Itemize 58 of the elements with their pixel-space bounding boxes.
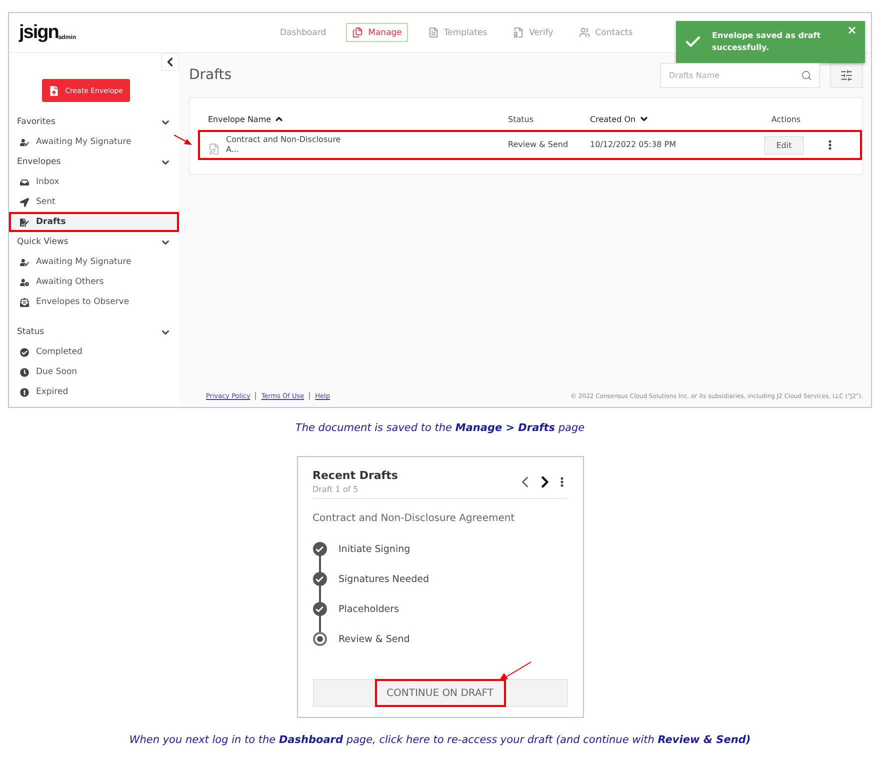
nav-icon: [428, 27, 439, 38]
sidebar-icon: [20, 298, 29, 306]
sidebar-item[interactable]: Expired: [9, 382, 179, 402]
sidebar-item[interactable]: Inbox: [9, 172, 179, 192]
sidebar-icon: [20, 258, 29, 266]
document-name: Contract and Non-Disclosure Agreement: [312, 513, 516, 524]
collapse-button[interactable]: [161, 53, 179, 71]
card-title: Recent Drafts: [312, 469, 398, 482]
continue-button[interactable]: CONTINUE ON DRAFT: [374, 679, 506, 707]
filter-button[interactable]: [830, 62, 863, 88]
sidebar-icon: [20, 348, 29, 356]
step-label: Signatures Needed: [338, 574, 430, 584]
sidebar-item[interactable]: Completed: [9, 342, 179, 362]
caption: When you next log in to the Dashboard page, click here to re-access your draft (and continue with Review & Send): [128, 734, 752, 746]
draft-counter: Draft 1 of 5: [312, 485, 360, 494]
column-header[interactable]: Actions: [771, 114, 801, 124]
envelope-name: Contract and Non-Disclosure A...: [226, 135, 342, 155]
step-label: Initiate Signing: [338, 544, 410, 554]
pointer-arrow: [173, 133, 193, 147]
step-label: Review & Send: [338, 634, 410, 644]
column-header[interactable]: Created On: [590, 114, 649, 124]
sidebar-icon: [20, 138, 29, 146]
sidebar-icon: [20, 178, 29, 186]
toast-message: Envelope saved as draft successfully.: [712, 30, 822, 54]
sidebar-icon: [20, 368, 29, 376]
date-cell-text: 10/12/2022 05:38 PM: [590, 140, 677, 150]
nav-icon: [352, 27, 364, 38]
sidebar-item[interactable]: Drafts: [9, 212, 179, 232]
sliders-icon: [840, 68, 853, 82]
sidebar-icon: [20, 278, 29, 286]
nav-icon: [513, 27, 524, 38]
document-icon: [208, 143, 220, 155]
sidebar-item[interactable]: Awaiting My Signature: [9, 132, 179, 152]
caption: The document is saved to the Manage > Drafts page: [294, 422, 586, 434]
section-title: Status: [17, 327, 44, 337]
section-title: Envelopes: [17, 157, 61, 167]
section-title: Quick Views: [17, 237, 68, 247]
nav-tab[interactable]: Manage: [346, 23, 408, 42]
status-cell-text: Review & Send: [508, 140, 570, 150]
column-header[interactable]: Status: [508, 114, 534, 124]
sidebar-item[interactable]: Envelopes to Observe: [9, 292, 179, 312]
sidebar-item[interactable]: Sent: [9, 192, 179, 212]
sidebar-item[interactable]: Due Soon: [9, 362, 179, 382]
upload-icon: [49, 86, 60, 96]
sidebar-icon: [20, 388, 29, 396]
sidebar-item[interactable]: Awaiting My Signature: [9, 252, 179, 272]
search-field[interactable]: Drafts Name: [660, 62, 820, 88]
sidebar-item[interactable]: Awaiting Others: [9, 272, 179, 292]
sidebar-icon: [20, 198, 29, 206]
section-title: Favorites: [17, 117, 56, 127]
nav-icon: [579, 27, 590, 38]
column-header[interactable]: Envelope Name: [208, 114, 284, 124]
edit-button[interactable]: Edit: [764, 136, 804, 154]
step-label: Placeholders: [338, 604, 399, 614]
sidebar-icon: [20, 218, 29, 226]
table-row[interactable]: Contract and Non-Disclosure A... Review & Send 10/12/2022 05:38 PM Edit: [198, 130, 862, 160]
search-icon: [801, 70, 812, 80]
page-title: Drafts: [189, 67, 233, 83]
